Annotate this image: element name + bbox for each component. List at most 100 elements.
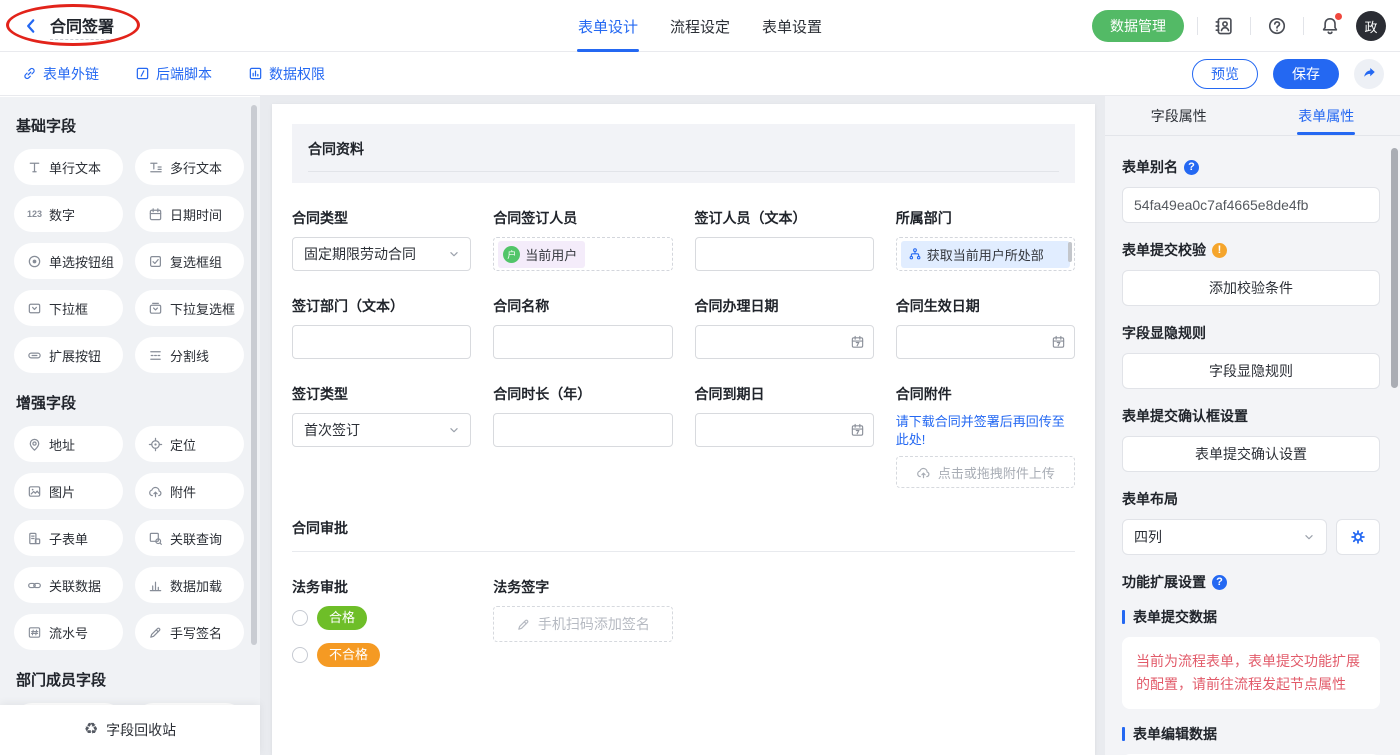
field-palette-sidebar: 基础字段 单行文本 多行文本 123数字 日期时间 单选按钮组 复选框组 下拉框…	[0, 97, 260, 755]
radio-option[interactable]	[292, 610, 308, 626]
tab-field-properties[interactable]: 字段属性	[1105, 96, 1253, 135]
field-pill-attachment[interactable]: 附件	[135, 473, 244, 509]
data-permission-icon	[248, 66, 263, 81]
field-pill-linked-query[interactable]: 关联查询	[135, 520, 244, 556]
department-tag: 获取当前用户所处部	[901, 241, 1070, 268]
option-fail-pill: 不合格	[317, 643, 380, 667]
field-pill-datetime[interactable]: 日期时间	[135, 196, 244, 232]
field-handle-date[interactable]: 合同办理日期	[695, 297, 874, 359]
cloud-upload-icon	[148, 484, 163, 499]
tab-flow-setting[interactable]: 流程设定	[669, 0, 731, 52]
form-layout-select[interactable]: 四列	[1122, 519, 1327, 555]
contract-signer-control[interactable]: 户 当前用户	[493, 237, 672, 271]
field-pill-image[interactable]: 图片	[14, 473, 123, 509]
field-duration-years[interactable]: 合同时长（年）	[493, 385, 672, 488]
map-pin-icon	[27, 437, 42, 452]
tag-scrollbar[interactable]	[1068, 242, 1072, 262]
field-sign-type[interactable]: 签订类型 首次签订	[292, 385, 471, 488]
calendar-icon	[850, 335, 865, 350]
sidebar-scrollbar[interactable]	[251, 105, 257, 645]
number-icon: 123	[27, 209, 42, 219]
field-effective-date[interactable]: 合同生效日期	[896, 297, 1075, 359]
field-pill-divider[interactable]: 分割线	[135, 337, 244, 373]
section-title-enhanced-fields: 增强字段	[16, 392, 242, 413]
dropdown-multi-icon	[148, 301, 163, 316]
field-signer-text[interactable]: 签订人员（文本）	[695, 209, 874, 271]
attachment-hint-link[interactable]: 请下载合同并签署后再回传至此处!	[896, 413, 1075, 449]
signer-text-input[interactable]	[695, 237, 874, 271]
notification-bell-icon[interactable]	[1317, 13, 1343, 39]
field-legal-signature[interactable]: 法务签字 手机扫码添加签名	[493, 578, 672, 679]
user-avatar[interactable]: 政	[1356, 11, 1386, 41]
sign-type-select[interactable]: 首次签订	[292, 413, 471, 447]
field-pill-radio-group[interactable]: 单选按钮组	[14, 243, 123, 279]
form-external-link[interactable]: 表单外链	[22, 64, 99, 84]
chain-link-icon	[27, 578, 42, 593]
field-pill-signature[interactable]: 手写签名	[135, 614, 244, 650]
field-contract-type[interactable]: 合同类型 固定期限劳动合同	[292, 209, 471, 271]
field-pill-subform[interactable]: 子表单	[14, 520, 123, 556]
cloud-upload-icon	[916, 465, 931, 480]
warning-circle-icon[interactable]	[1212, 243, 1227, 258]
field-expire-date[interactable]: 合同到期日	[695, 385, 874, 488]
field-pill-data-load[interactable]: 数据加载	[135, 567, 244, 603]
field-contract-name[interactable]: 合同名称	[493, 297, 672, 359]
field-pill-multi-line-text[interactable]: 多行文本	[135, 149, 244, 185]
expire-date-input[interactable]	[695, 413, 874, 447]
backend-script-link[interactable]: 后端脚本	[135, 64, 212, 84]
contract-name-input[interactable]	[493, 325, 672, 359]
layout-settings-button[interactable]	[1336, 519, 1380, 555]
sign-dept-text-input[interactable]	[292, 325, 471, 359]
preview-button[interactable]: 预览	[1192, 59, 1258, 89]
submit-confirm-button[interactable]: 表单提交确认设置	[1122, 436, 1380, 472]
data-permission-link[interactable]: 数据权限	[248, 64, 325, 84]
share-button[interactable]	[1354, 59, 1384, 89]
tab-form-design[interactable]: 表单设计	[577, 0, 639, 52]
field-pill-linked-data[interactable]: 关联数据	[14, 567, 123, 603]
pen-icon	[148, 625, 163, 640]
field-contract-signer[interactable]: 合同签订人员 户 当前用户	[493, 209, 672, 271]
handle-date-input[interactable]	[695, 325, 874, 359]
save-button[interactable]: 保存	[1273, 59, 1339, 89]
option-pass-pill: 合格	[317, 606, 367, 630]
field-department[interactable]: 所属部门 获取当前用户所处部	[896, 209, 1075, 271]
back-icon[interactable]	[22, 17, 40, 35]
subform-icon	[27, 531, 42, 546]
contacts-icon[interactable]	[1211, 13, 1237, 39]
help-circle-icon[interactable]	[1212, 575, 1227, 590]
visibility-rules-button[interactable]: 字段显隐规则	[1122, 353, 1380, 389]
field-contract-attachment[interactable]: 合同附件 请下载合同并签署后再回传至此处! 点击或拖拽附件上传	[896, 385, 1075, 488]
radio-option[interactable]	[292, 647, 308, 663]
field-pill-single-line-text[interactable]: 单行文本	[14, 149, 123, 185]
department-control[interactable]: 获取当前用户所处部	[896, 237, 1075, 271]
signature-scan-button[interactable]: 手机扫码添加签名	[493, 606, 672, 642]
field-pill-dropdown[interactable]: 下拉框	[14, 290, 123, 326]
field-pill-address[interactable]: 地址	[14, 426, 123, 462]
app-header: 合同签署 表单设计 流程设定 表单设置 数据管理 政	[0, 0, 1400, 52]
add-validation-button[interactable]: 添加校验条件	[1122, 270, 1380, 306]
field-legal-review[interactable]: 法务审批 合格 不合格	[292, 578, 471, 679]
dropdown-icon	[27, 301, 42, 316]
form-section-contract-info[interactable]: 合同资料	[292, 124, 1075, 183]
duration-years-input[interactable]	[493, 413, 672, 447]
field-recycle-bin[interactable]: ♻ 字段回收站	[0, 705, 260, 755]
form-section-contract-approval[interactable]: 合同审批	[292, 518, 1075, 552]
field-pill-number[interactable]: 123数字	[14, 196, 123, 232]
data-manage-button[interactable]: 数据管理	[1092, 10, 1184, 42]
attachment-upload-button[interactable]: 点击或拖拽附件上传	[896, 456, 1075, 488]
panel-scrollbar[interactable]	[1391, 148, 1398, 388]
tab-form-setting[interactable]: 表单设置	[761, 0, 823, 52]
field-sign-dept-text[interactable]: 签订部门（文本）	[292, 297, 471, 359]
effective-date-input[interactable]	[896, 325, 1075, 359]
field-pill-extend-button[interactable]: 扩展按钮	[14, 337, 123, 373]
help-circle-icon[interactable]	[1184, 160, 1199, 175]
recycle-icon: ♻	[84, 722, 98, 738]
field-pill-serial-number[interactable]: 流水号	[14, 614, 123, 650]
field-pill-dropdown-multi[interactable]: 下拉复选框	[135, 290, 244, 326]
form-alias-input[interactable]	[1122, 187, 1380, 223]
contract-type-select[interactable]: 固定期限劳动合同	[292, 237, 471, 271]
tab-form-properties[interactable]: 表单属性	[1253, 96, 1400, 135]
field-pill-location[interactable]: 定位	[135, 426, 244, 462]
help-icon[interactable]	[1264, 13, 1290, 39]
field-pill-checkbox-group[interactable]: 复选框组	[135, 243, 244, 279]
